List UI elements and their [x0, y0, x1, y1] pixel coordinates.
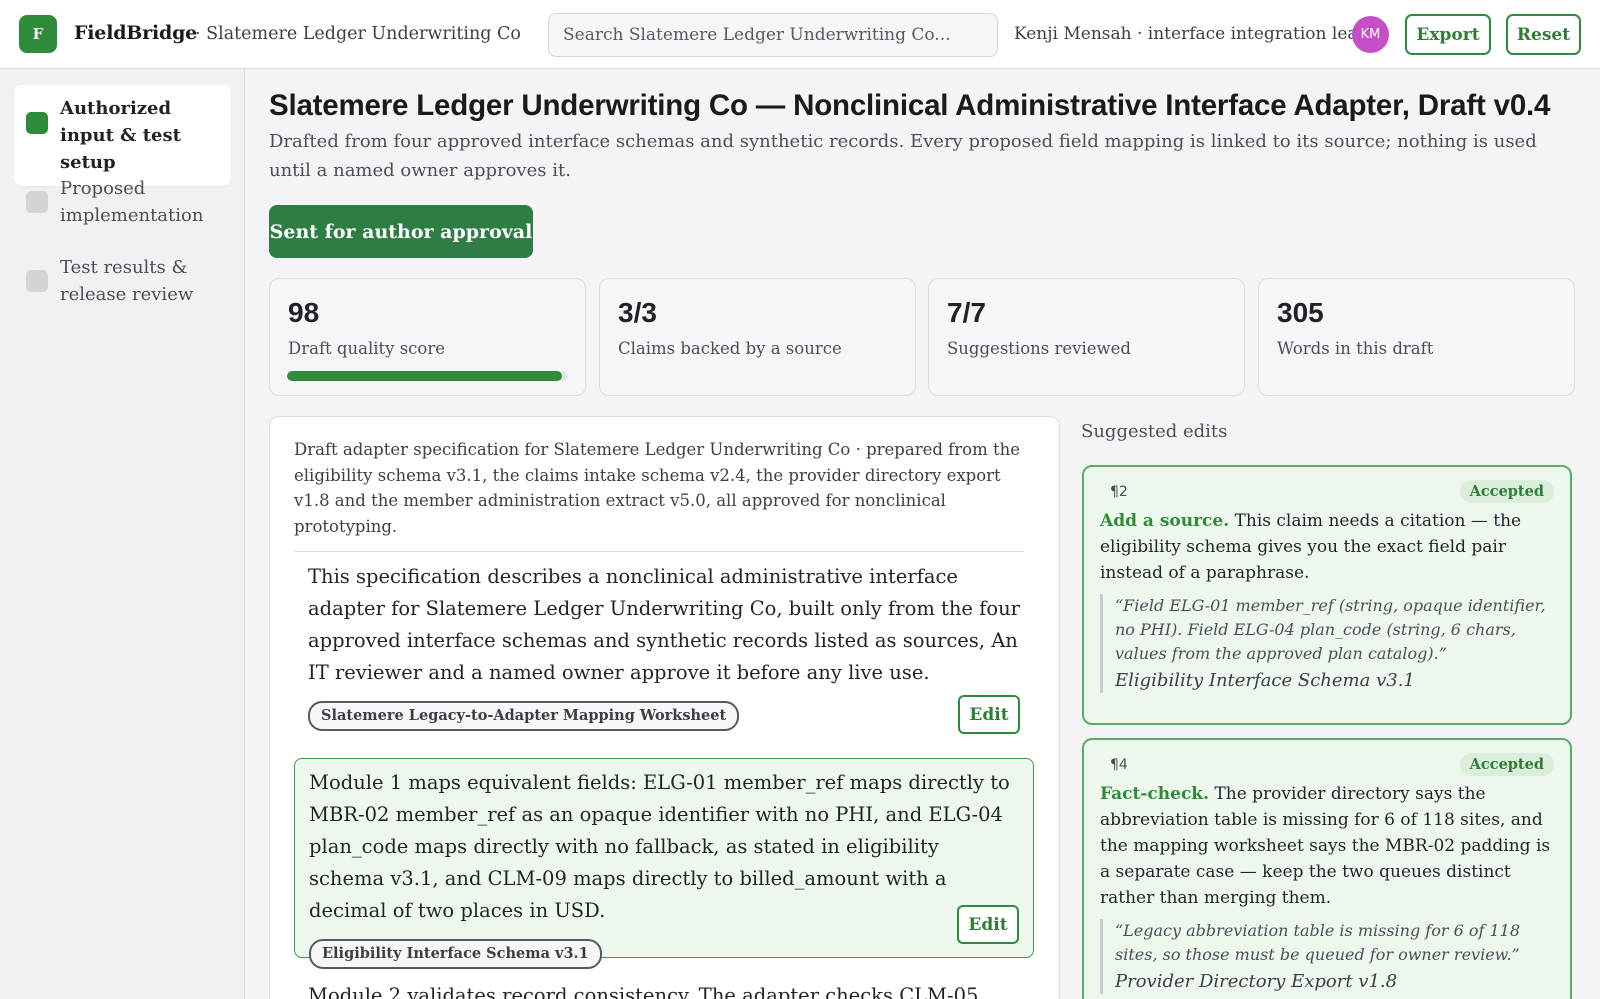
reset-button[interactable]: Reset — [1506, 14, 1581, 55]
edit-button[interactable]: Edit — [958, 695, 1020, 734]
search-input[interactable] — [548, 13, 998, 57]
top-bar: F FieldBridge · Slatemere Ledger Underwr… — [0, 0, 1600, 69]
status-badge: Accepted — [1459, 753, 1554, 776]
document-intro: Draft adapter specification for Slatemer… — [294, 437, 1024, 552]
sidebar-step-label: Test results & release review — [60, 257, 194, 305]
metric-label: Words in this draft — [1277, 339, 1434, 358]
metric-card-claims: 3/3 Claims backed by a source — [599, 278, 916, 396]
metric-value: 3/3 — [618, 297, 657, 328]
suggestion-card[interactable]: ¶4 Accepted Fact-check. The provider dir… — [1082, 738, 1572, 999]
sidebar-step-label: Authorized input & test setup — [60, 98, 181, 173]
document-panel: Draft adapter specification for Slatemer… — [269, 416, 1060, 999]
progress-fill — [287, 371, 563, 381]
paragraph-text: Module 1 maps equivalent fields: ELG-01 … — [309, 771, 1010, 922]
quote-text: “Field ELG-01 member_ref (string, opaque… — [1115, 596, 1546, 663]
source-chip[interactable]: Eligibility Interface Schema v3.1 — [309, 939, 602, 969]
quote-source: Provider Directory Export v1.8 — [1115, 971, 1398, 992]
metric-label: Claims backed by a source — [618, 339, 842, 358]
status-badge: Accepted — [1459, 480, 1554, 503]
user-name: Kenji Mensah · interface integration lea… — [1014, 24, 1369, 44]
page-subtitle: Drafted from four approved interface sch… — [269, 131, 1537, 181]
suggestion-body: Fact-check. The provider directory says … — [1100, 781, 1554, 911]
suggestion-body: Add a source. This claim needs a citatio… — [1100, 508, 1554, 586]
approval-status-button[interactable]: Sent for author approval — [269, 205, 533, 258]
sidebar-step-proposed-implementation[interactable]: Proposed implementation — [14, 165, 231, 239]
metric-card-suggestions: 7/7 Suggestions reviewed — [928, 278, 1245, 396]
quote-source: Eligibility Interface Schema v3.1 — [1115, 670, 1415, 691]
brand-name: FieldBridge — [74, 22, 198, 44]
suggestion-action: Add a source. — [1100, 511, 1230, 531]
export-button[interactable]: Export — [1405, 14, 1491, 55]
source-chip[interactable]: Slatemere Legacy-to-Adapter Mapping Work… — [308, 701, 740, 731]
document-paragraph-highlighted[interactable]: Module 1 maps equivalent fields: ELG-01 … — [294, 758, 1034, 969]
metric-card-words: 305 Words in this draft — [1258, 278, 1575, 396]
suggestion-card[interactable]: ¶2 Accepted Add a source. This claim nee… — [1082, 465, 1572, 725]
page-title: Slatemere Ledger Underwriting Co — Noncl… — [269, 89, 1551, 122]
suggestion-action: Fact-check. — [1100, 784, 1209, 804]
metric-value: 7/7 — [947, 297, 986, 328]
paragraph-ref: ¶2 — [1110, 484, 1128, 500]
source-quote: “Field ELG-01 member_ref (string, opaque… — [1100, 594, 1554, 693]
edit-button[interactable]: Edit — [957, 905, 1019, 944]
paragraph-text: Module 2 validates record consistency. T… — [308, 984, 979, 999]
paragraph-text: This specification describes a nonclinic… — [308, 565, 1020, 684]
source-quote: “Legacy abbreviation table is missing fo… — [1100, 919, 1554, 994]
metric-card-quality: 98 Draft quality score — [269, 278, 586, 396]
paragraph-ref: ¶4 — [1110, 757, 1128, 773]
document-paragraph[interactable]: Module 2 validates record consistency. T… — [294, 972, 1034, 999]
step-pending-icon — [26, 191, 48, 213]
sidebar-step-test-results[interactable]: Test results & release review — [14, 244, 231, 318]
quality-progress-bar — [287, 371, 568, 381]
sidebar: Authorized input & test setup Proposed i… — [0, 69, 245, 999]
step-pending-icon — [26, 270, 48, 292]
metric-value: 98 — [288, 297, 320, 328]
sidebar-step-label: Proposed implementation — [60, 178, 204, 226]
org-name: · Slatemere Ledger Underwriting Co — [195, 24, 521, 44]
step-complete-icon — [26, 112, 48, 134]
quote-text: “Legacy abbreviation table is missing fo… — [1115, 921, 1521, 964]
suggestions-heading: Suggested edits — [1081, 421, 1228, 442]
metric-value: 305 — [1277, 297, 1324, 328]
metric-label: Draft quality score — [288, 339, 446, 358]
app-logo[interactable]: F — [19, 15, 57, 53]
document-paragraph[interactable]: This specification describes a nonclinic… — [294, 553, 1034, 746]
metric-label: Suggestions reviewed — [947, 339, 1131, 358]
avatar[interactable]: KM — [1352, 16, 1389, 53]
